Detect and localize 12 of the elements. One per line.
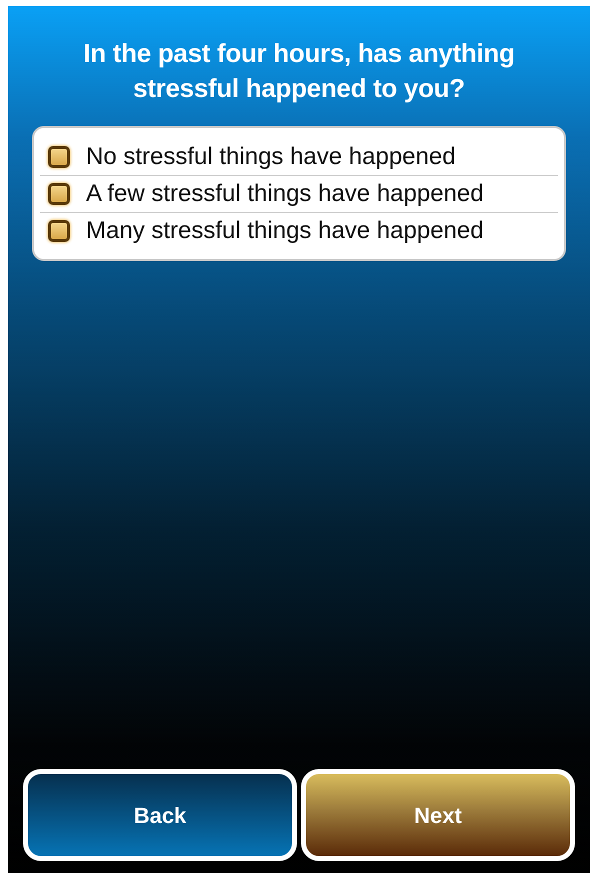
option-row[interactable]: A few stressful things have happened	[40, 175, 558, 212]
option-label: Many stressful things have happened	[86, 216, 484, 246]
option-label: No stressful things have happened	[86, 142, 456, 172]
option-row[interactable]: Many stressful things have happened	[40, 212, 558, 249]
checkbox[interactable]	[48, 183, 70, 205]
question-title: In the past four hours, has anything stressful happened to you?	[82, 37, 516, 105]
next-button[interactable]: Next	[301, 769, 575, 861]
option-row[interactable]: No stressful things have happened	[40, 138, 558, 175]
checkbox[interactable]	[48, 146, 70, 168]
checkbox[interactable]	[48, 220, 70, 242]
option-label: A few stressful things have happened	[86, 179, 484, 209]
back-button[interactable]: Back	[23, 769, 297, 861]
